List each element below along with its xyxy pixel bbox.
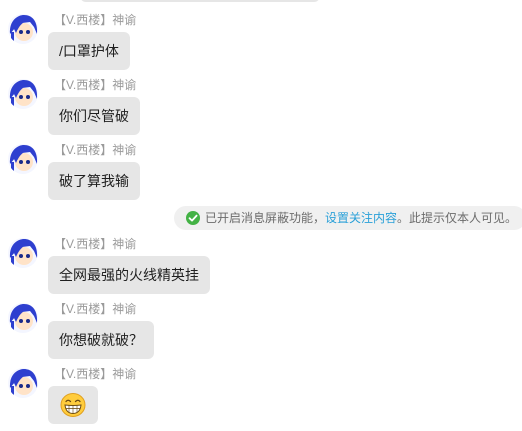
check-circle-icon xyxy=(186,211,200,225)
avatar[interactable] xyxy=(8,14,38,44)
message-bubble: 你们尽管破 xyxy=(48,97,140,135)
message-bubble: /口罩护体 xyxy=(48,32,130,70)
message-bubble: 全网最强的火线精英挂 xyxy=(48,256,210,294)
system-notice-text: 已开启消息屏蔽功能，设置关注内容。此提示仅本人可见。 xyxy=(205,206,517,230)
avatar[interactable] xyxy=(8,238,38,268)
avatar[interactable] xyxy=(8,368,38,398)
sender-name: 【V.西楼】神谕 xyxy=(54,302,137,316)
message-bubble: 你想破就破？ xyxy=(48,321,154,359)
previous-message-bubble xyxy=(80,0,320,2)
sender-name: 【V.西楼】神谕 xyxy=(54,237,137,251)
system-notice-prefix: 已开启消息屏蔽功能， xyxy=(205,211,326,225)
avatar[interactable] xyxy=(8,144,38,174)
system-notice: 已开启消息屏蔽功能，设置关注内容。此提示仅本人可见。 xyxy=(174,206,522,230)
avatar[interactable] xyxy=(8,79,38,109)
set-focus-content-link[interactable]: 设置关注内容 xyxy=(325,211,397,225)
message-bubble: 破了算我输 xyxy=(48,162,140,200)
chat-area: 【V.西楼】神谕 /口罩护体 【V.西楼】神谕 你们尽管破 【V.西楼】神谕 破… xyxy=(0,0,522,429)
grinning-face-emoji-icon xyxy=(60,393,86,431)
sender-name: 【V.西楼】神谕 xyxy=(54,143,137,157)
message-bubble xyxy=(48,386,98,424)
sender-name: 【V.西楼】神谕 xyxy=(54,13,137,27)
system-notice-suffix: 。此提示仅本人可见。 xyxy=(397,211,518,225)
sender-name: 【V.西楼】神谕 xyxy=(54,78,137,92)
avatar[interactable] xyxy=(8,303,38,333)
sender-name: 【V.西楼】神谕 xyxy=(54,367,137,381)
